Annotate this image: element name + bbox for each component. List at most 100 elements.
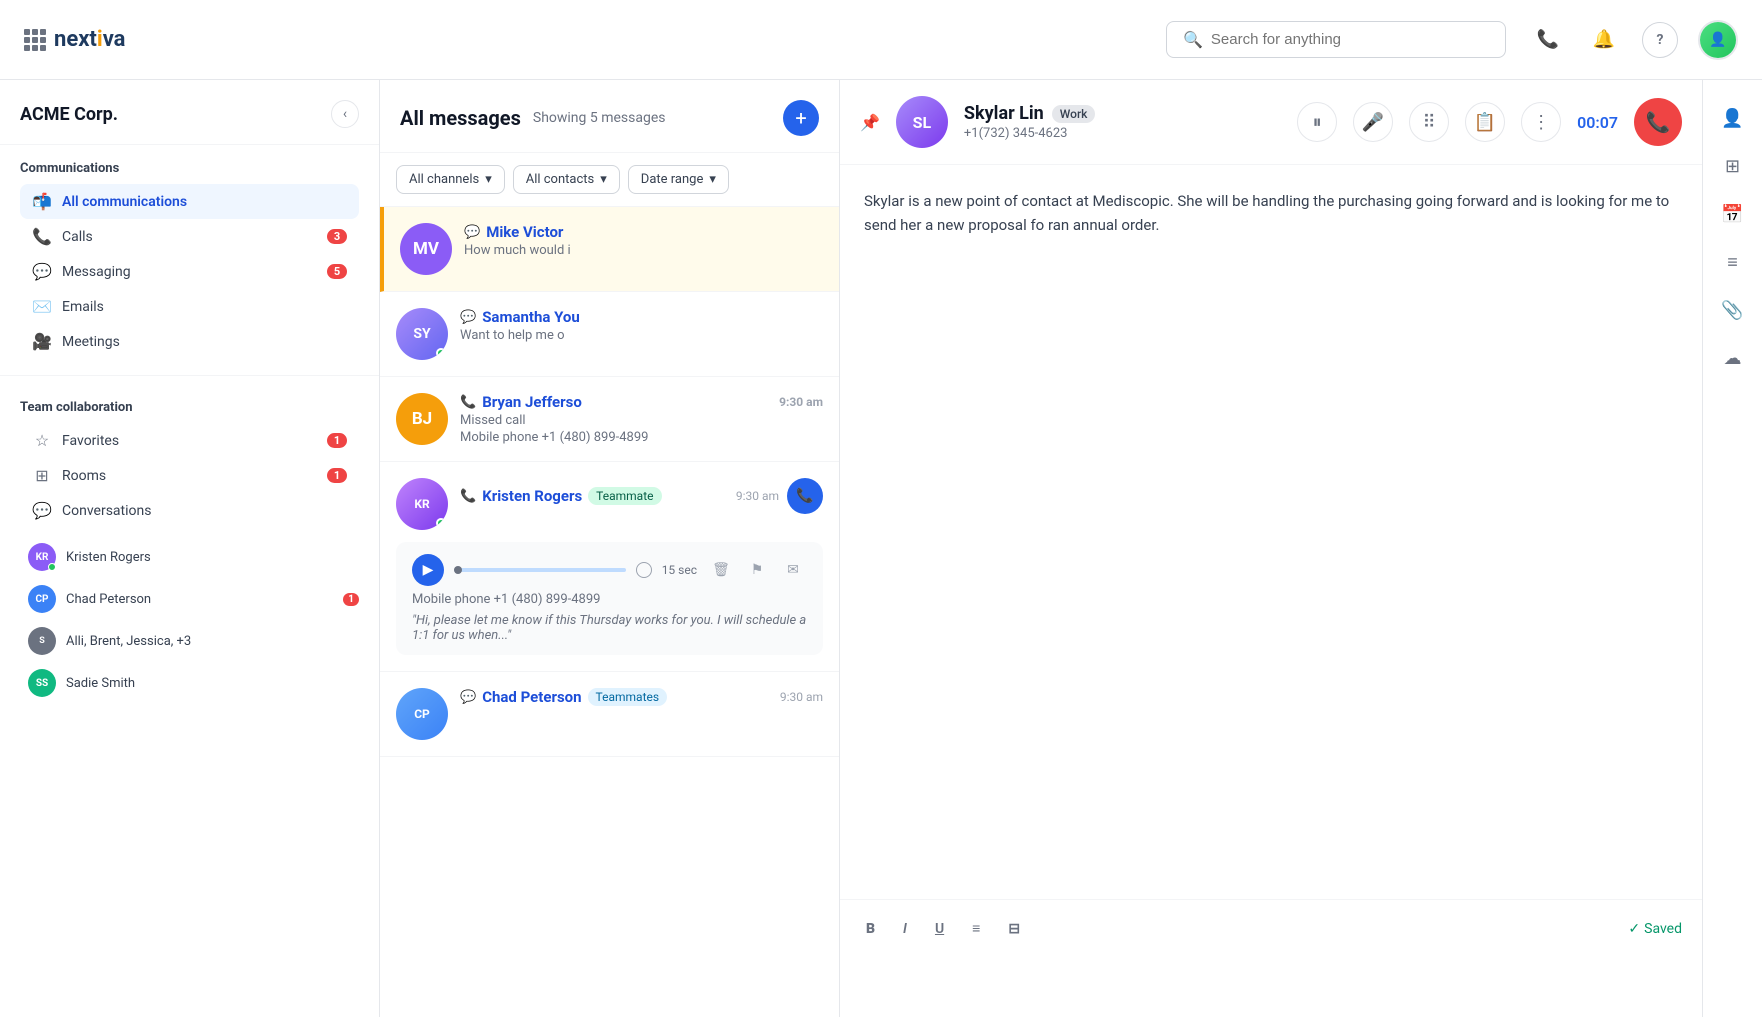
sidebar-item-meetings[interactable]: 🎥 Meetings bbox=[20, 324, 359, 359]
grid-view-icon-button[interactable]: ⊞ bbox=[1711, 144, 1755, 188]
message-item-chad[interactable]: CP 💬 Chad Peterson Teammates 9:30 am bbox=[380, 672, 839, 757]
chad-content: 💬 Chad Peterson Teammates 9:30 am bbox=[460, 688, 823, 706]
keypad-button[interactable]: ⠿ bbox=[1409, 102, 1449, 142]
composer-input-area[interactable] bbox=[860, 953, 1682, 1001]
message-item-kristen[interactable]: KR 📞 Kristen Rogers Teammate bbox=[380, 462, 839, 672]
list-icon-button[interactable]: ≡ bbox=[1711, 240, 1755, 284]
saved-indicator: ✓ Saved bbox=[1628, 921, 1682, 937]
conv-sadie-smith[interactable]: SS Sadie Smith bbox=[8, 662, 371, 704]
flag-voicemail-button[interactable]: ⚑ bbox=[743, 556, 771, 584]
voicemail-actions: 🗑 ⚑ ✉ bbox=[707, 556, 807, 584]
kristen-name: Kristen Rogers bbox=[482, 487, 582, 505]
chat-panel: 📌 SL Skylar Lin Work +1(732) 345-4623 ⏸ … bbox=[840, 80, 1702, 1017]
sidebar-item-all-communications[interactable]: 📬 All communications bbox=[20, 184, 359, 219]
sidebar-item-favorites[interactable]: ☆ Favorites 1 bbox=[20, 423, 359, 458]
chat-message-text: Skylar is a new point of contact at Medi… bbox=[864, 189, 1678, 237]
attachment-icon-button[interactable]: 📎 bbox=[1711, 288, 1755, 332]
favorites-icon: ☆ bbox=[32, 431, 52, 450]
mike-victor-preview: How much would i bbox=[464, 243, 823, 258]
bryan-avatar: BJ bbox=[396, 393, 448, 445]
bryan-preview: Missed call bbox=[460, 413, 823, 428]
calendar-icon-button[interactable]: 📅 bbox=[1711, 192, 1755, 236]
notes-button[interactable]: 📋 bbox=[1465, 102, 1505, 142]
search-bar[interactable]: 🔍 bbox=[1166, 21, 1506, 58]
sidebar-divider bbox=[0, 375, 379, 376]
message-item-mike-victor[interactable]: MV 💬 Mike Victor How much would i bbox=[380, 207, 839, 292]
add-message-button[interactable]: + bbox=[783, 100, 819, 136]
calls-icon: 📞 bbox=[32, 227, 52, 246]
mute-button[interactable]: 🎤 bbox=[1353, 102, 1393, 142]
help-icon-button[interactable]: ? bbox=[1642, 22, 1678, 58]
user-avatar[interactable]: 👤 bbox=[1698, 20, 1738, 60]
caller-badge: Work bbox=[1052, 105, 1096, 123]
conv-chad-peterson[interactable]: CP Chad Peterson 1 bbox=[8, 578, 371, 620]
rooms-icon: ⊞ bbox=[32, 466, 52, 485]
end-call-button[interactable]: 📞 bbox=[1634, 98, 1682, 146]
logo-text: nextiva bbox=[54, 27, 125, 52]
bold-button[interactable]: B bbox=[860, 917, 881, 941]
contact-icon-button[interactable]: 👤 bbox=[1711, 96, 1755, 140]
mike-victor-avatar: MV bbox=[400, 223, 452, 275]
bryan-phone: Mobile phone +1 (480) 899-4899 bbox=[460, 430, 823, 445]
sidebar-collapse-button[interactable]: ‹ bbox=[331, 100, 359, 128]
date-range-filter[interactable]: Date range ▾ bbox=[628, 165, 729, 194]
phone-icon-button[interactable]: 📞 bbox=[1530, 22, 1566, 58]
voicemail-progress-bar[interactable] bbox=[454, 568, 626, 572]
emails-icon: ✉️ bbox=[32, 297, 52, 316]
chat-icon: 💬 bbox=[460, 310, 476, 325]
numbered-list-button[interactable]: ⊟ bbox=[1002, 917, 1026, 941]
group-label: Alli, Brent, Jessica, +3 bbox=[66, 634, 359, 649]
saved-label: Saved bbox=[1644, 921, 1682, 937]
more-button[interactable]: ⋮ bbox=[1521, 102, 1561, 142]
pause-button[interactable]: ⏸ bbox=[1297, 102, 1337, 142]
message-item-bryan[interactable]: BJ 📞 Bryan Jefferso 9:30 am Missed call … bbox=[380, 377, 839, 462]
team-section: Team collaboration ☆ Favorites 1 ⊞ Rooms… bbox=[0, 384, 379, 536]
team-title: Team collaboration bbox=[20, 400, 359, 415]
bullet-list-button[interactable]: ≡ bbox=[966, 916, 986, 941]
composer-toolbar: B I U ≡ ⊟ ✓ Saved bbox=[860, 916, 1682, 941]
voicemail-position-marker bbox=[454, 566, 462, 574]
skylar-avatar: SL bbox=[896, 96, 948, 148]
all-contacts-filter[interactable]: All contacts ▾ bbox=[513, 165, 620, 194]
sidebar-item-rooms[interactable]: ⊞ Rooms 1 bbox=[20, 458, 359, 493]
pin-icon[interactable]: 📌 bbox=[860, 113, 880, 132]
underline-button[interactable]: U bbox=[929, 917, 950, 941]
conv-group[interactable]: S Alli, Brent, Jessica, +3 bbox=[8, 620, 371, 662]
search-input[interactable] bbox=[1211, 31, 1489, 48]
messaging-icon: 💬 bbox=[32, 262, 52, 281]
check-icon: ✓ bbox=[1628, 921, 1640, 937]
sidebar-item-messaging[interactable]: 💬 Messaging 5 bbox=[20, 254, 359, 289]
grid-icon[interactable] bbox=[24, 29, 46, 51]
sidebar-item-label: All communications bbox=[62, 194, 347, 210]
right-sidebar: 👤 ⊞ 📅 ≡ 📎 ☁ bbox=[1702, 80, 1762, 1017]
messages-header: All messages Showing 5 messages + bbox=[380, 80, 839, 153]
bryan-name: Bryan Jefferso bbox=[482, 393, 582, 411]
share-voicemail-button[interactable]: ✉ bbox=[779, 556, 807, 584]
sidebar-item-emails[interactable]: ✉️ Emails bbox=[20, 289, 359, 324]
sidebar-item-calls[interactable]: 📞 Calls 3 bbox=[20, 219, 359, 254]
delete-voicemail-button[interactable]: 🗑 bbox=[707, 556, 735, 584]
chad-name: Chad Peterson bbox=[482, 688, 581, 706]
message-item-samantha[interactable]: SY 💬 Samantha You Want to help me o bbox=[380, 292, 839, 377]
conv-kristen-rogers[interactable]: KR Kristen Rogers bbox=[8, 536, 371, 578]
chad-avatar: CP bbox=[28, 585, 56, 613]
cloud-icon-button[interactable]: ☁ bbox=[1711, 336, 1755, 380]
play-button[interactable]: ▶ bbox=[412, 554, 444, 586]
all-channels-filter[interactable]: All channels ▾ bbox=[396, 165, 505, 194]
call-bar: 📌 SL Skylar Lin Work +1(732) 345-4623 ⏸ … bbox=[840, 80, 1702, 165]
samantha-content: 💬 Samantha You Want to help me o bbox=[460, 308, 823, 343]
sidebar-item-messaging-label: Messaging bbox=[62, 264, 317, 280]
italic-button[interactable]: I bbox=[897, 917, 913, 941]
communications-title: Communications bbox=[20, 161, 359, 176]
sidebar-item-conversations[interactable]: 💬 Conversations bbox=[20, 493, 359, 528]
messages-filters: All channels ▾ All contacts ▾ Date range… bbox=[380, 153, 839, 207]
bell-icon-button[interactable]: 🔔 bbox=[1586, 22, 1622, 58]
kristen-call-button[interactable]: 📞 bbox=[787, 478, 823, 514]
chad-time: 9:30 am bbox=[780, 690, 823, 704]
messaging-badge: 5 bbox=[327, 264, 347, 279]
kristen-voicemail-card: ▶ 15 sec 🗑 ⚑ ✉ Mobil bbox=[396, 542, 823, 655]
sidebar-item-emails-label: Emails bbox=[62, 299, 347, 315]
chad-peterson-avatar: CP bbox=[396, 688, 448, 740]
company-name: ACME Corp. bbox=[20, 104, 118, 125]
voicemail-duration: 15 sec bbox=[662, 563, 697, 577]
